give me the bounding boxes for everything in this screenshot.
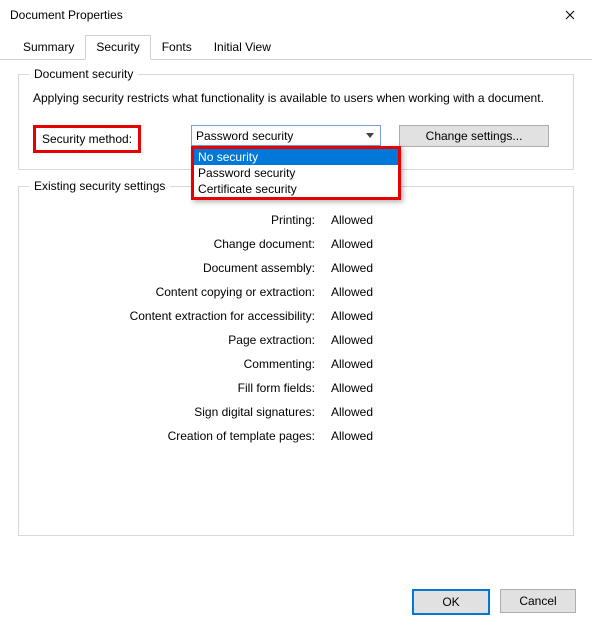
chevron-down-icon xyxy=(361,128,378,143)
window-title: Document Properties xyxy=(10,8,547,22)
cancel-button[interactable]: Cancel xyxy=(500,589,576,613)
option-no-security[interactable]: No security xyxy=(194,149,398,165)
dialog-footer: OK Cancel xyxy=(412,589,576,615)
document-security-title: Document security xyxy=(29,67,138,81)
combobox-value: Password security xyxy=(196,129,293,143)
security-method-combo-wrap: Password security No security Password s… xyxy=(191,125,381,146)
setting-value: Allowed xyxy=(323,285,559,299)
settings-table: Printing:AllowedChange document:AllowedD… xyxy=(33,213,559,443)
setting-value: Allowed xyxy=(323,381,559,395)
security-method-combobox[interactable]: Password security xyxy=(191,125,381,146)
security-method-label: Security method: xyxy=(33,125,141,153)
setting-label: Creation of template pages: xyxy=(33,429,323,443)
option-password-security[interactable]: Password security xyxy=(194,165,398,181)
document-security-group: Document security Applying security rest… xyxy=(18,74,574,170)
setting-label: Content copying or extraction: xyxy=(33,285,323,299)
close-button[interactable] xyxy=(547,0,592,30)
setting-value: Allowed xyxy=(323,213,559,227)
option-certificate-security[interactable]: Certificate security xyxy=(194,181,398,197)
setting-value: Allowed xyxy=(323,429,559,443)
title-bar: Document Properties xyxy=(0,0,592,30)
setting-label: Content extraction for accessibility: xyxy=(33,309,323,323)
setting-label: Sign digital signatures: xyxy=(33,405,323,419)
setting-label: Change document: xyxy=(33,237,323,251)
tab-fonts[interactable]: Fonts xyxy=(151,35,203,60)
setting-value: Allowed xyxy=(323,405,559,419)
existing-settings-group: Existing security settings Printing:Allo… xyxy=(18,186,574,536)
tab-strip: Summary Security Fonts Initial View xyxy=(0,34,592,60)
setting-value: Allowed xyxy=(323,309,559,323)
security-description: Applying security restricts what functio… xyxy=(33,91,559,105)
setting-value: Allowed xyxy=(323,357,559,371)
setting-label: Document assembly: xyxy=(33,261,323,275)
setting-label: Commenting: xyxy=(33,357,323,371)
setting-label: Page extraction: xyxy=(33,333,323,347)
ok-button[interactable]: OK xyxy=(412,589,490,615)
setting-label: Fill form fields: xyxy=(33,381,323,395)
close-icon xyxy=(565,7,575,23)
tab-security[interactable]: Security xyxy=(85,35,150,60)
existing-settings-title: Existing security settings xyxy=(29,179,170,193)
change-settings-button[interactable]: Change settings... xyxy=(399,125,549,147)
setting-value: Allowed xyxy=(323,237,559,251)
tab-summary[interactable]: Summary xyxy=(12,35,85,60)
tab-initial-view[interactable]: Initial View xyxy=(203,35,282,60)
setting-label: Printing: xyxy=(33,213,323,227)
setting-value: Allowed xyxy=(323,333,559,347)
setting-value: Allowed xyxy=(323,261,559,275)
security-method-dropdown: No security Password security Certificat… xyxy=(191,146,401,200)
security-method-row: Security method: Password security No se… xyxy=(33,125,559,153)
content-area: Document security Applying security rest… xyxy=(0,60,592,566)
